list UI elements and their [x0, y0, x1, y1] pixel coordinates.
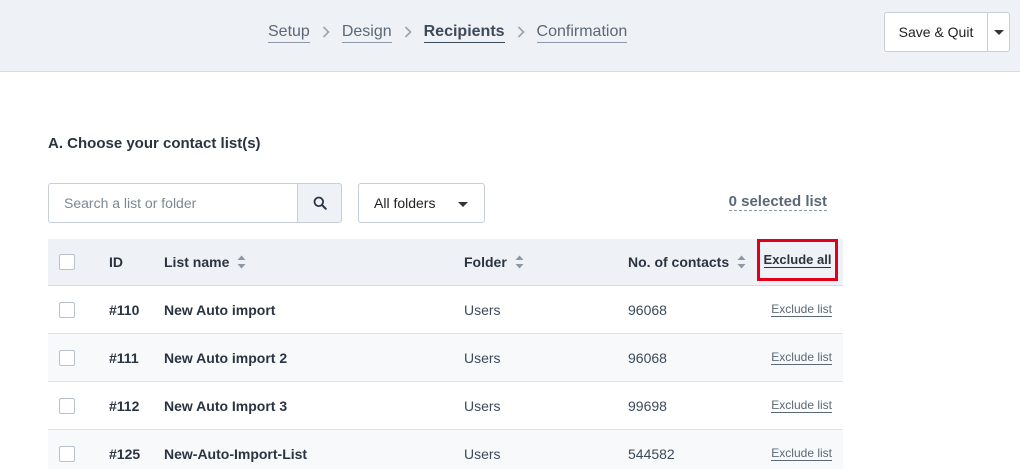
exclude-list-link[interactable]: Exclude list	[771, 430, 832, 469]
row-folder: Users	[464, 397, 501, 414]
row-folder: Users	[464, 349, 501, 366]
row-checkbox[interactable]	[59, 301, 75, 318]
chevron-right-icon	[505, 22, 537, 42]
exclude-list-label: Exclude list	[771, 397, 832, 413]
header-contacts[interactable]: No. of contacts	[628, 239, 746, 285]
exclude-list-label: Exclude list	[771, 301, 832, 317]
row-checkbox[interactable]	[59, 349, 75, 366]
sort-icon[interactable]	[237, 254, 246, 270]
search-icon	[313, 196, 327, 210]
caret-down-icon	[458, 202, 468, 207]
step-confirmation[interactable]: Confirmation	[536, 22, 628, 43]
row-list-name: New Auto import 2	[164, 349, 288, 366]
row-checkbox[interactable]	[59, 445, 75, 462]
row-checkbox[interactable]	[59, 397, 75, 414]
selected-count[interactable]: 0 selected list	[728, 194, 827, 211]
step-design[interactable]: Design	[341, 22, 392, 43]
row-contacts: 544582	[628, 445, 675, 462]
exclude-list-label: Exclude list	[771, 445, 832, 461]
exclude-all-button[interactable]: Exclude all	[757, 239, 838, 281]
table-row[interactable]: #125 New-Auto-Import-List Users 544582 E…	[48, 430, 843, 469]
table-header: ID List name Folder No. of contacts Excl…	[48, 239, 843, 286]
header-list-name-label: List name	[164, 254, 230, 270]
select-all-checkbox[interactable]	[59, 254, 75, 270]
wizard-steps: Setup Design Recipients Confirmation	[268, 21, 628, 43]
folder-select[interactable]: All folders	[358, 183, 485, 223]
exclude-list-link[interactable]: Exclude list	[771, 334, 832, 381]
table-row[interactable]: #112 New Auto Import 3 Users 99698 Exclu…	[48, 382, 843, 430]
contact-list-table: ID List name Folder No. of contacts Excl…	[48, 239, 843, 469]
row-contacts: 96068	[628, 301, 667, 318]
row-contacts: 99698	[628, 397, 667, 414]
header-list-name[interactable]: List name	[164, 239, 246, 285]
chevron-right-icon	[310, 22, 342, 42]
row-id: #111	[109, 349, 139, 366]
chevron-right-icon	[392, 22, 424, 42]
row-folder: Users	[464, 301, 501, 318]
row-list-name: New Auto import	[164, 301, 276, 318]
row-id: #125	[109, 445, 141, 462]
exclude-list-link[interactable]: Exclude list	[771, 382, 832, 429]
row-id: #110	[109, 301, 140, 318]
step-setup[interactable]: Setup	[268, 22, 310, 43]
header-contacts-label: No. of contacts	[628, 254, 730, 270]
header-id: ID	[109, 254, 123, 270]
exclude-all-label: Exclude all	[763, 251, 832, 268]
sort-icon[interactable]	[515, 254, 524, 270]
top-bar: Setup Design Recipients Confirmation Sav…	[0, 0, 1020, 72]
save-quit-button[interactable]: Save & Quit	[884, 12, 987, 52]
table-row[interactable]: #110 New Auto import Users 96068 Exclude…	[48, 286, 843, 334]
step-recipients[interactable]: Recipients	[423, 22, 505, 43]
search-input[interactable]	[48, 183, 298, 223]
row-folder: Users	[464, 445, 501, 462]
row-id: #112	[109, 397, 140, 414]
table-row[interactable]: #111 New Auto import 2 Users 96068 Exclu…	[48, 334, 843, 382]
sort-icon[interactable]	[737, 254, 746, 270]
exclude-list-link[interactable]: Exclude list	[771, 286, 832, 333]
header-folder[interactable]: Folder	[464, 239, 524, 285]
row-list-name: New-Auto-Import-List	[164, 445, 308, 462]
folder-select-value: All folders	[374, 195, 436, 211]
section-title: A. Choose your contact list(s)	[48, 135, 261, 152]
exclude-list-label: Exclude list	[771, 349, 832, 365]
row-contacts: 96068	[628, 349, 667, 366]
save-options-dropdown[interactable]	[987, 12, 1010, 52]
search-button[interactable]	[297, 183, 342, 223]
header-folder-label: Folder	[464, 254, 507, 270]
row-list-name: New Auto Import 3	[164, 397, 288, 414]
caret-down-icon	[993, 29, 1004, 35]
